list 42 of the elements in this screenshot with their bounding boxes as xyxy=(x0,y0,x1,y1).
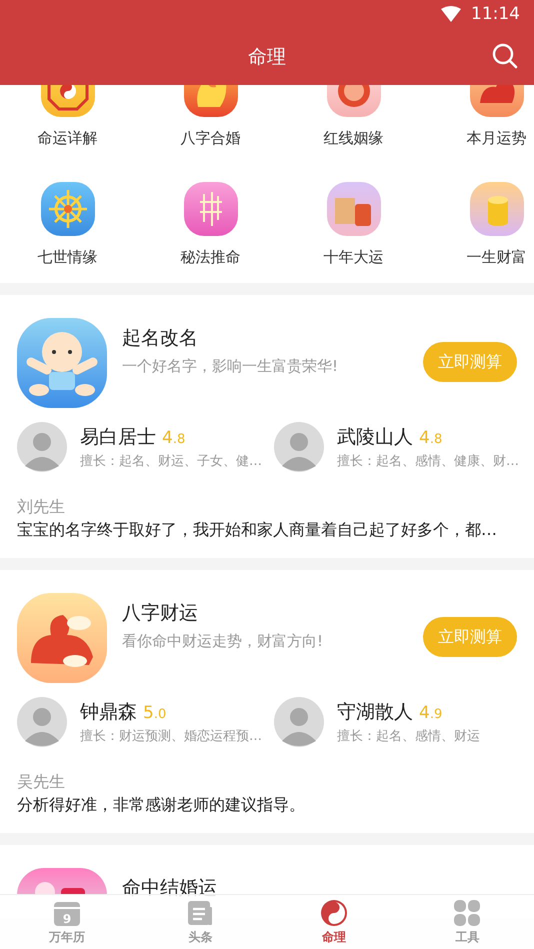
expert-name[interactable]: 易白居士 xyxy=(80,424,156,450)
feature-label[interactable]: 红线姻缘 xyxy=(324,127,384,149)
expert-name[interactable]: 守湖散人 xyxy=(337,699,413,725)
status-time: 11:14 xyxy=(471,4,520,24)
review-author: 吴先生 xyxy=(17,771,66,793)
expert-rating: 4.9 xyxy=(419,703,442,723)
feature-label[interactable]: 七世情缘 xyxy=(38,246,98,268)
service-subtitle: 看你命中财运走势，财富方向! xyxy=(122,631,324,652)
feature-label[interactable]: 秘法推命 xyxy=(180,246,240,268)
page-title: 命理 xyxy=(248,44,286,70)
newspaper-icon xyxy=(186,898,214,926)
expert-rating: 4.8 xyxy=(162,428,186,448)
ship-wheel-icon[interactable] xyxy=(40,182,94,236)
search-icon[interactable] xyxy=(492,43,518,69)
expert-name[interactable]: 武陵山人 xyxy=(337,424,413,450)
feature-label[interactable]: 十年大运 xyxy=(324,246,384,268)
review-author: 刘先生 xyxy=(17,496,66,518)
expert-specialty: 擅长：起名、财运、子女、健… xyxy=(80,453,262,470)
avatar-silhouette-icon[interactable] xyxy=(17,422,67,472)
expert-specialty: 擅长：起名、感情、健康、财… xyxy=(337,453,519,470)
review-text: 宝宝的名字终于取好了，我开始和家人商量着自己起了好多个，都… xyxy=(17,519,498,541)
feature-label[interactable]: 一生财富 xyxy=(466,246,526,268)
service-title: 起名改名 xyxy=(122,326,199,351)
expert-specialty: 擅长：起名、感情、财运 xyxy=(337,728,480,745)
baby-icon[interactable] xyxy=(17,318,107,408)
expert-rating: 5.0 xyxy=(143,703,166,723)
expert-name[interactable]: 钟鼎森 xyxy=(80,699,137,725)
avatar-silhouette-icon[interactable] xyxy=(274,697,324,747)
review-text: 分析得好准，非常感谢老师的建议指导。 xyxy=(17,794,306,816)
avatar-silhouette-icon[interactable] xyxy=(17,697,67,747)
avatar-silhouette-icon[interactable] xyxy=(274,422,324,472)
wifi-icon xyxy=(441,6,461,22)
nav-tab[interactable]: 命理 xyxy=(267,895,400,949)
service-title: 八字财运 xyxy=(122,601,199,626)
grid-icon xyxy=(453,898,482,926)
yin-yang-icon xyxy=(320,898,348,926)
expert-rating: 4.8 xyxy=(419,428,442,448)
service-subtitle: 一个好名字，影响一生富贵荣华! xyxy=(122,356,340,377)
feature-label[interactable]: 本月运势 xyxy=(466,127,526,149)
expert-specialty: 擅长：财运预测、婚恋运程预… xyxy=(80,728,262,745)
feature-label[interactable]: 命运详解 xyxy=(38,127,98,149)
feature-label[interactable]: 八字合婚 xyxy=(180,127,240,149)
